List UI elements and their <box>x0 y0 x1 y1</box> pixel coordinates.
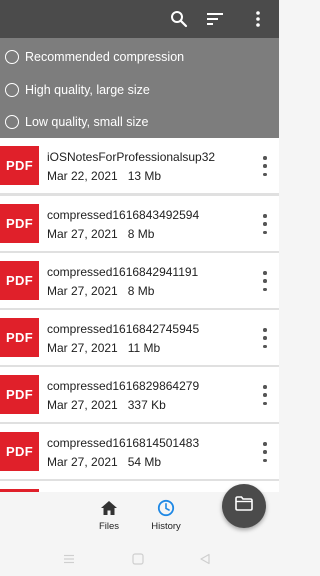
more-options-icon[interactable] <box>258 442 272 462</box>
pdf-file-icon: PDF <box>0 146 39 185</box>
file-meta: Mar 27, 2021 8 Mb <box>47 284 154 298</box>
pdf-file-icon: PDF <box>0 261 39 300</box>
home-button-icon[interactable] <box>132 552 144 570</box>
back-icon[interactable] <box>199 552 211 570</box>
file-meta: Mar 22, 2021 13 Mb <box>47 169 161 183</box>
file-name: iOSNotesForProfessionalsup32 <box>47 150 216 164</box>
open-folder-button[interactable] <box>222 484 266 528</box>
recents-icon[interactable] <box>63 552 75 570</box>
top-toolbar <box>0 0 279 38</box>
file-meta: Mar 27, 2021 11 Mb <box>47 341 160 355</box>
system-navigation-bar <box>0 542 279 576</box>
file-size: 54 Mb <box>127 455 162 469</box>
nav-files-label: Files <box>98 521 120 532</box>
file-size: 8 Mb <box>127 227 155 241</box>
option-label: Recommended compression <box>25 49 185 64</box>
pdf-file-icon: PDF <box>0 432 39 471</box>
nav-history[interactable]: History <box>136 492 196 542</box>
file-meta: Mar 27, 2021 8 Mb <box>47 227 154 241</box>
file-name: compressed1616842745945 <box>47 322 200 336</box>
file-date: Mar 22, 2021 <box>47 169 118 183</box>
sort-icon[interactable] <box>205 9 225 29</box>
file-name: compressed1616842941191 <box>47 265 199 279</box>
file-date: Mar 27, 2021 <box>47 341 118 355</box>
file-name: compressed1616843492594 <box>47 208 200 222</box>
more-options-icon[interactable] <box>258 328 272 348</box>
more-options-icon[interactable] <box>258 271 272 291</box>
radio-option-recommended[interactable]: Recommended compression <box>0 40 279 73</box>
pdf-file-icon: PDF <box>0 375 39 414</box>
compression-options-panel: Recommended compression High quality, la… <box>0 38 279 138</box>
list-item[interactable]: PDF iOSNotesForProfessionalsup32 Mar 22,… <box>0 138 279 193</box>
more-options-icon[interactable] <box>258 214 272 234</box>
file-date: Mar 27, 2021 <box>47 455 118 469</box>
list-item[interactable]: PDF compressed1616843492594 Mar 27, 2021… <box>0 196 279 251</box>
search-icon[interactable] <box>169 9 189 29</box>
file-list: PDF iOSNotesForProfessionalsup32 Mar 22,… <box>0 138 279 492</box>
clock-icon <box>157 499 175 517</box>
more-options-icon[interactable] <box>258 156 272 176</box>
file-size: 8 Mb <box>127 284 155 298</box>
nav-history-label: History <box>151 521 181 532</box>
radio-option-low-quality[interactable]: Low quality, small size <box>0 105 279 138</box>
list-item[interactable]: PDF compressed1616842745945 Mar 27, 2021… <box>0 310 279 365</box>
radio-option-high-quality[interactable]: High quality, large size <box>0 73 279 106</box>
file-size: 11 Mb <box>127 341 161 355</box>
pdf-file-icon: PDF <box>0 204 39 243</box>
file-meta: Mar 27, 2021 337 Kb <box>47 398 166 412</box>
option-label: High quality, large size <box>25 82 150 97</box>
radio-button-icon[interactable] <box>5 49 19 64</box>
list-item[interactable]: PDF compressed1616842941191 Mar 27, 2021… <box>0 253 279 308</box>
file-name: compressed1616814501483 <box>47 436 200 450</box>
file-date: Mar 27, 2021 <box>47 398 118 412</box>
option-label: Low quality, small size <box>25 114 149 129</box>
more-vert-icon[interactable] <box>248 9 268 29</box>
radio-button-icon[interactable] <box>5 82 19 97</box>
file-size: 337 Kb <box>127 398 166 412</box>
list-item[interactable]: PDF compressed1616814501483 Mar 27, 2021… <box>0 424 279 479</box>
file-date: Mar 27, 2021 <box>47 284 118 298</box>
file-name: compressed1616829864279 <box>47 379 200 393</box>
nav-files[interactable]: Files <box>79 492 139 542</box>
radio-button-icon[interactable] <box>5 114 19 129</box>
list-item[interactable]: PDF compressed1616829864279 Mar 27, 2021… <box>0 367 279 422</box>
file-meta: Mar 27, 2021 54 Mb <box>47 455 161 469</box>
pdf-file-icon: PDF <box>0 318 39 357</box>
folder-icon <box>235 496 253 516</box>
more-options-icon[interactable] <box>258 385 272 405</box>
file-size: 13 Mb <box>127 169 162 183</box>
file-date: Mar 27, 2021 <box>47 227 118 241</box>
home-icon <box>100 499 118 517</box>
